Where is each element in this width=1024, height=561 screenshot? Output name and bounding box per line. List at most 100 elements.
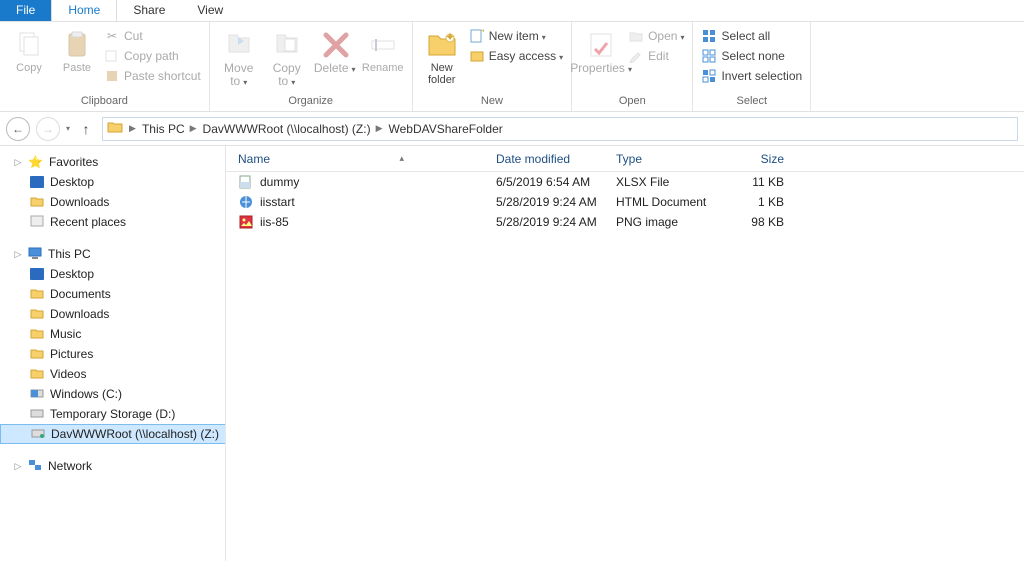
select-all-icon: [701, 28, 717, 44]
invert-selection-icon: [701, 68, 717, 84]
ribbon: Copy Paste ✂Cut Copy path Paste shortcut…: [0, 22, 1024, 112]
select-none-icon: [701, 48, 717, 64]
copy-path-button[interactable]: Copy path: [102, 47, 203, 65]
paste-button[interactable]: Paste: [54, 24, 100, 74]
recent-icon: [30, 215, 44, 230]
tree-this-pc[interactable]: ▷This PC: [0, 244, 225, 264]
folder-icon: [107, 119, 123, 138]
col-size[interactable]: Size: [722, 152, 794, 166]
properties-label: Properties: [570, 62, 632, 76]
star-icon: ⭐: [28, 155, 43, 169]
tab-view[interactable]: View: [181, 0, 239, 21]
pictures-icon: [30, 347, 44, 362]
svg-text:✦: ✦: [445, 30, 455, 44]
group-clipboard: Copy Paste ✂Cut Copy path Paste shortcut…: [0, 22, 210, 111]
network-icon: [28, 458, 42, 475]
edit-icon: [628, 48, 644, 64]
back-button[interactable]: ←: [6, 117, 30, 141]
group-label-open: Open: [619, 95, 646, 111]
cut-button[interactable]: ✂Cut: [102, 27, 203, 45]
file-type: PNG image: [604, 215, 722, 229]
crumb-this-pc[interactable]: This PC▶: [142, 122, 199, 136]
downloads-icon: [30, 195, 44, 210]
tree-pc-desktop[interactable]: Desktop: [0, 264, 225, 284]
tab-file[interactable]: File: [0, 0, 51, 21]
copy-to-button[interactable]: Copy to: [264, 24, 310, 89]
desktop-icon: [30, 268, 44, 280]
new-folder-button[interactable]: ✦ New folder: [419, 24, 465, 86]
new-folder-icon: ✦: [426, 28, 458, 60]
address-bar[interactable]: ▶ This PC▶ DavWWWRoot (\\localhost) (Z:)…: [102, 117, 1018, 141]
crumb-drive[interactable]: DavWWWRoot (\\localhost) (Z:)▶: [203, 122, 385, 136]
network-drive-icon: [31, 427, 45, 442]
paste-icon: [61, 28, 93, 60]
file-date: 5/28/2019 9:24 AM: [484, 195, 604, 209]
group-label-clipboard: Clipboard: [81, 95, 128, 111]
group-open: Properties Open Edit Open: [572, 22, 693, 111]
delete-label: Delete: [314, 62, 356, 76]
forward-button[interactable]: →: [36, 117, 60, 141]
file-size: 11 KB: [722, 175, 794, 189]
paste-shortcut-icon: [104, 68, 120, 84]
table-row[interactable]: iisstart5/28/2019 9:24 AMHTML Document1 …: [226, 192, 1024, 212]
move-to-label: Move to: [216, 62, 262, 89]
music-icon: [30, 327, 44, 342]
copy-button[interactable]: Copy: [6, 24, 52, 74]
select-all-button[interactable]: Select all: [699, 27, 804, 45]
col-type[interactable]: Type: [604, 152, 722, 166]
tab-home[interactable]: Home: [51, 0, 117, 21]
drive-icon: [30, 407, 44, 422]
tree-fav-downloads[interactable]: Downloads: [0, 192, 225, 212]
tree-favorites[interactable]: ▷⭐Favorites: [0, 152, 225, 172]
crumb-folder[interactable]: WebDAVShareFolder: [388, 122, 502, 136]
file-date: 5/28/2019 9:24 AM: [484, 215, 604, 229]
menu-bar: File Home Share View: [0, 0, 1024, 22]
desktop-icon: [30, 176, 44, 188]
tree-pc-d-drive[interactable]: Temporary Storage (D:): [0, 404, 225, 424]
tree-fav-desktop[interactable]: Desktop: [0, 172, 225, 192]
nav-tree: ▷⭐Favorites Desktop Downloads Recent pla…: [0, 146, 226, 561]
group-label-organize: Organize: [288, 95, 333, 111]
new-item-button[interactable]: ✦New item: [467, 27, 565, 45]
rename-button[interactable]: Rename: [360, 24, 406, 74]
properties-button[interactable]: Properties: [578, 24, 624, 76]
edit-button[interactable]: Edit: [626, 47, 686, 65]
downloads-icon: [30, 307, 44, 322]
up-button[interactable]: ↑: [76, 121, 96, 137]
tree-pc-downloads[interactable]: Downloads: [0, 304, 225, 324]
tree-pc-documents[interactable]: Documents: [0, 284, 225, 304]
open-button[interactable]: Open: [626, 27, 686, 45]
cut-icon: ✂: [104, 28, 120, 44]
documents-icon: [30, 287, 44, 302]
tree-pc-pictures[interactable]: Pictures: [0, 344, 225, 364]
tab-share[interactable]: Share: [117, 0, 181, 21]
videos-icon: [30, 367, 44, 382]
file-type: XLSX File: [604, 175, 722, 189]
history-dropdown[interactable]: ▾: [66, 124, 70, 133]
file-name: dummy: [260, 175, 299, 189]
tree-pc-c-drive[interactable]: Windows (C:): [0, 384, 225, 404]
group-new: ✦ New folder ✦New item Easy access New: [413, 22, 572, 111]
properties-icon: [585, 28, 617, 60]
table-row[interactable]: iis-855/28/2019 9:24 AMPNG image98 KB: [226, 212, 1024, 232]
drive-icon: [30, 387, 44, 402]
delete-button[interactable]: Delete: [312, 24, 358, 76]
select-none-button[interactable]: Select none: [699, 47, 804, 65]
tree-network[interactable]: ▷Network: [0, 456, 225, 476]
paste-shortcut-button[interactable]: Paste shortcut: [102, 67, 203, 85]
tree-pc-videos[interactable]: Videos: [0, 364, 225, 384]
tree-pc-dav-drive[interactable]: DavWWWRoot (\\localhost) (Z:): [0, 424, 225, 444]
tree-pc-music[interactable]: Music: [0, 324, 225, 344]
delete-icon: [319, 28, 351, 60]
copy-to-icon: [271, 28, 303, 60]
invert-selection-button[interactable]: Invert selection: [699, 67, 804, 85]
col-name[interactable]: Name▴: [226, 152, 484, 166]
svg-text:✦: ✦: [480, 29, 484, 38]
table-row[interactable]: dummy6/5/2019 6:54 AMXLSX File11 KB: [226, 172, 1024, 192]
easy-access-icon: [469, 48, 485, 64]
col-date[interactable]: Date modified: [484, 152, 604, 166]
move-to-button[interactable]: Move to: [216, 24, 262, 89]
easy-access-button[interactable]: Easy access: [467, 47, 565, 65]
tree-fav-recent[interactable]: Recent places: [0, 212, 225, 232]
crumb-sep-root[interactable]: ▶: [127, 123, 138, 134]
